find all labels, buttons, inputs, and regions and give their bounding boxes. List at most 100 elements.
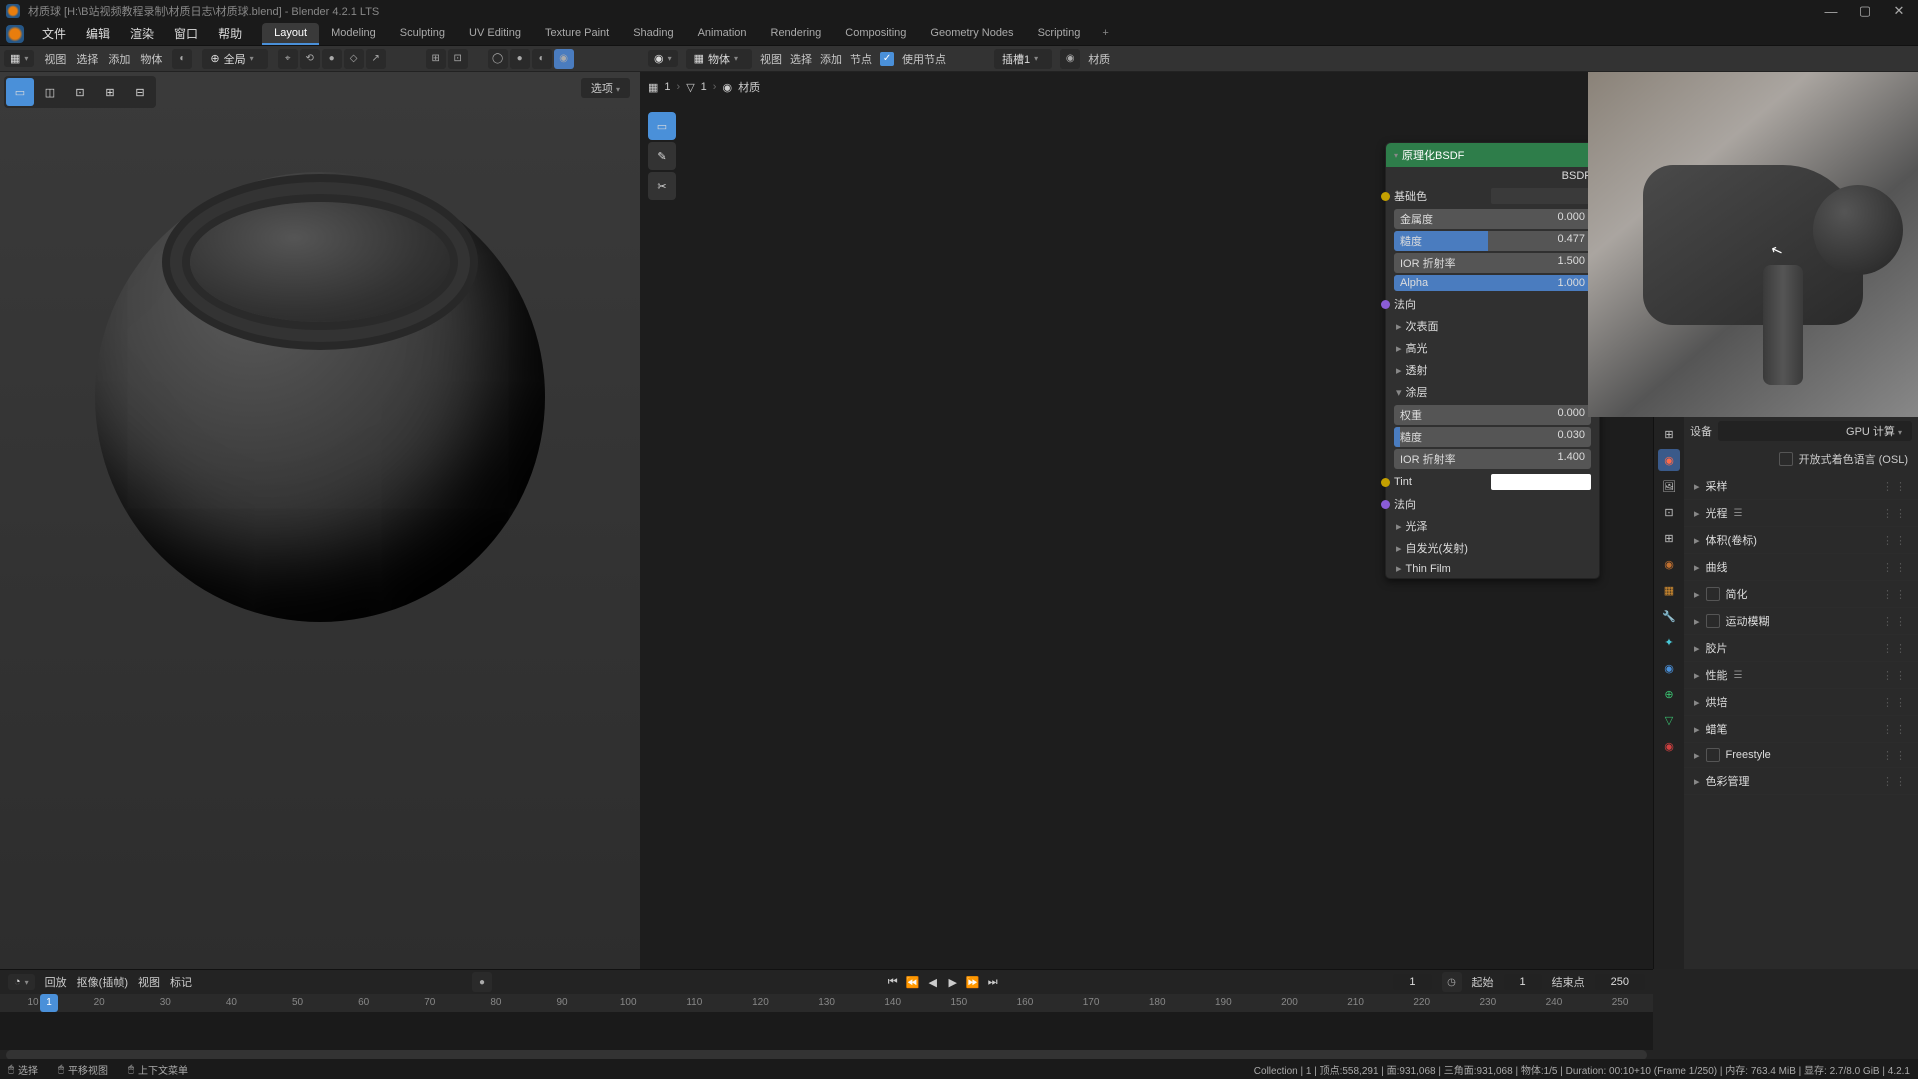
ne-menu-select[interactable]: 选择 [790, 51, 812, 67]
section-sampling[interactable]: ▸采样⋮⋮ [1684, 473, 1918, 500]
section-wax[interactable]: ▸蜡笔⋮⋮ [1684, 716, 1918, 743]
select-more-icon[interactable]: ⊟ [126, 78, 154, 106]
section-curves[interactable]: ▸曲线⋮⋮ [1684, 554, 1918, 581]
ptab-scene-icon[interactable]: ⊞ [1658, 527, 1680, 549]
material-name[interactable]: 材质 [1088, 51, 1110, 67]
crumb-mesh-icon[interactable]: ▦ [648, 81, 658, 94]
section-performance[interactable]: ▸性能☰⋮⋮ [1684, 662, 1918, 689]
ptab-tool-icon[interactable]: ⊞ [1658, 423, 1680, 445]
shading-solid-icon[interactable]: ● [510, 49, 530, 69]
coat-normal-input[interactable]: 法向 [1394, 496, 1591, 512]
ptab-output-icon[interactable]: 🖼 [1658, 475, 1680, 497]
shading-render-icon[interactable]: ◉ [554, 49, 574, 69]
ptab-render-icon[interactable]: ◉ [1658, 449, 1680, 471]
options-dropdown[interactable]: 选项 ▾ [581, 78, 630, 98]
tab-animation[interactable]: Animation [686, 23, 759, 45]
use-nodes-checkbox[interactable]: ✓ [880, 52, 894, 66]
ptab-data-icon[interactable]: ▽ [1658, 709, 1680, 731]
motion-checkbox[interactable] [1706, 614, 1720, 628]
menu-window[interactable]: 窗口 [164, 22, 208, 45]
ne-menu-add[interactable]: 添加 [820, 51, 842, 67]
prev-key-icon[interactable]: ⏪ [904, 973, 922, 991]
bsdf-output-socket[interactable]: BSDF [1386, 167, 1599, 185]
magnet-icon[interactable]: ⟲ [300, 49, 320, 69]
3d-viewport[interactable]: ▭ ◫ ⊡ ⊞ ⊟ 选项 ▾ [0, 72, 640, 969]
tab-sculpting[interactable]: Sculpting [388, 23, 457, 45]
blender-icon[interactable] [6, 25, 24, 43]
mode-icon[interactable]: ◐ [172, 49, 192, 69]
menu-file[interactable]: 文件 [32, 22, 76, 45]
normal-input[interactable]: 法向 [1394, 296, 1591, 312]
menu-edit[interactable]: 编辑 [76, 22, 120, 45]
xray-icon[interactable]: ⊡ [448, 49, 468, 69]
menu-render[interactable]: 渲染 [120, 22, 164, 45]
transmission-section[interactable]: ▸透射 [1386, 359, 1599, 381]
coat-weight-slider[interactable]: 权重0.000 [1394, 405, 1591, 425]
subsurface-section[interactable]: ▸次表面 [1386, 315, 1599, 337]
tab-compositing[interactable]: Compositing [833, 23, 918, 45]
ne-menu-view[interactable]: 视图 [760, 51, 782, 67]
base-color-swatch[interactable] [1491, 188, 1591, 204]
proportional-icon[interactable]: ● [322, 49, 342, 69]
thinfilm-section[interactable]: ▸Thin Film [1386, 559, 1599, 578]
tab-rendering[interactable]: Rendering [759, 23, 834, 45]
section-volume[interactable]: ▸体积(卷标)⋮⋮ [1684, 527, 1918, 554]
ne-select-tool-icon[interactable]: ▭ [648, 112, 676, 140]
osl-checkbox[interactable] [1779, 452, 1793, 466]
shading-matprev-icon[interactable]: ◐ [532, 49, 552, 69]
tab-shading[interactable]: Shading [621, 23, 685, 45]
principled-bsdf-node[interactable]: ▾原理化BSDF BSDF 基础色 金属度0.000 糙度0.477 IOR 折… [1385, 142, 1600, 579]
ne-menu-node[interactable]: 节点 [850, 51, 872, 67]
next-key-icon[interactable]: ⏩ [964, 973, 982, 991]
ptab-world-icon[interactable]: ◉ [1658, 553, 1680, 575]
transform-icon[interactable]: ↗ [366, 49, 386, 69]
device-dropdown[interactable]: GPU 计算 ▾ [1718, 421, 1912, 441]
overlay-icon[interactable]: ⊞ [426, 49, 446, 69]
ne-editor-type[interactable]: ◉▾ [648, 50, 678, 67]
timeline-track[interactable] [0, 1012, 1653, 1050]
vp-menu-add[interactable]: 添加 [108, 51, 130, 67]
start-frame[interactable]: 1 [1504, 974, 1542, 990]
alpha-slider[interactable]: Alpha1.000 [1394, 275, 1591, 291]
vp-menu-object[interactable]: 物体 [140, 51, 162, 67]
section-light[interactable]: ▸光程☰⋮⋮ [1684, 500, 1918, 527]
roughness-slider[interactable]: 糙度0.477 [1394, 231, 1591, 251]
tab-uv[interactable]: UV Editing [457, 23, 533, 45]
crumb-material[interactable]: 材质 [738, 79, 760, 95]
section-color[interactable]: ▸色彩管理⋮⋮ [1684, 768, 1918, 795]
menu-help[interactable]: 帮助 [208, 22, 252, 45]
maximize-button[interactable]: ▢ [1852, 0, 1878, 22]
close-button[interactable]: ✕ [1886, 0, 1912, 22]
tab-texture[interactable]: Texture Paint [533, 23, 621, 45]
tint-swatch[interactable] [1491, 474, 1591, 490]
minimize-button[interactable]: — [1818, 0, 1844, 22]
current-frame[interactable]: 1 [1393, 974, 1431, 990]
ne-mode-object[interactable]: ▦ 物体 ▾ [686, 49, 752, 69]
coat-ior-slider[interactable]: IOR 折射率1.400 [1394, 449, 1591, 469]
snap-icon[interactable]: ⌖ [278, 49, 298, 69]
emission-section[interactable]: ▸自发光(发射) [1386, 537, 1599, 559]
playhead[interactable]: 1 [40, 994, 58, 1012]
add-workspace-button[interactable]: + [1092, 23, 1118, 45]
crumb-1[interactable]: 1 [664, 81, 670, 93]
end-frame[interactable]: 250 [1595, 974, 1645, 990]
ptab-constraint-icon[interactable]: ⊕ [1658, 683, 1680, 705]
select-box-icon[interactable]: ◫ [36, 78, 64, 106]
tab-scripting[interactable]: Scripting [1026, 23, 1093, 45]
sheen-section[interactable]: ▸光泽 [1386, 515, 1599, 537]
pivot-icon[interactable]: ◇ [344, 49, 364, 69]
ptab-modifier-icon[interactable]: 🔧 [1658, 605, 1680, 627]
tab-layout[interactable]: Layout [262, 23, 319, 45]
clock-icon[interactable]: ◷ [1442, 972, 1462, 992]
ne-annotate-tool-icon[interactable]: ✎ [648, 142, 676, 170]
timeline-editor[interactable]: ◔▾ 回放 抠像(插帧) 视图 标记 ● ⏮ ⏪ ◀ ▶ ⏩ ⏭ 1 ◷ 起始 … [0, 969, 1653, 1059]
vp-menu-view[interactable]: 视图 [44, 51, 66, 67]
coat-section[interactable]: ▾涂层 [1386, 381, 1599, 403]
play-icon[interactable]: ▶ [944, 973, 962, 991]
crumb-2[interactable]: 1 [701, 81, 707, 93]
metallic-slider[interactable]: 金属度0.000 [1394, 209, 1591, 229]
autokey-icon[interactable]: ● [472, 972, 492, 992]
tab-geonodes[interactable]: Geometry Nodes [918, 23, 1025, 45]
select-circle-icon[interactable]: ⊡ [66, 78, 94, 106]
section-motion[interactable]: ▸运动模糊⋮⋮ [1684, 608, 1918, 635]
